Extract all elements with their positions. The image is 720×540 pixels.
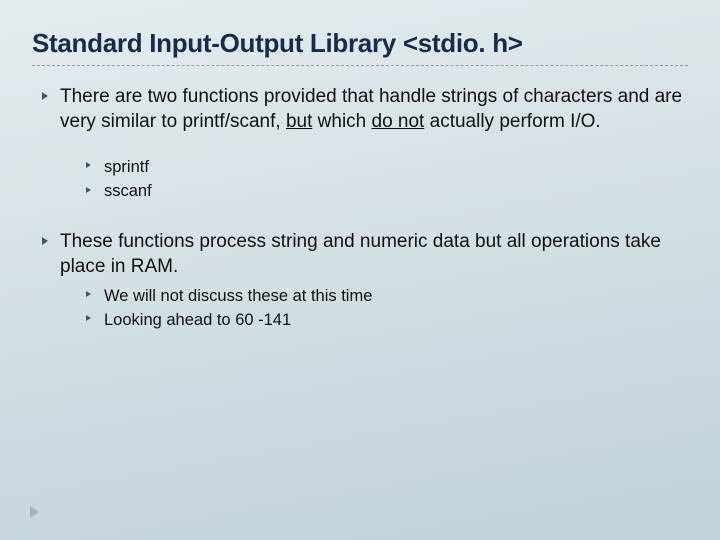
list-item-text: We will not discuss these at this time	[104, 287, 372, 305]
list-item: We will not discuss these at this time	[86, 285, 688, 307]
triangle-bullet-icon	[86, 291, 91, 297]
list-item-text: Looking ahead to 60 -141	[104, 311, 291, 329]
title-divider	[32, 65, 688, 66]
triangle-bullet-icon	[86, 187, 91, 193]
bullet-list: There are two functions provided that ha…	[32, 84, 688, 331]
slide-title: Standard Input-Output Library <stdio. h>	[32, 28, 688, 59]
triangle-bullet-icon	[86, 315, 91, 321]
next-slide-arrow-icon	[30, 506, 39, 518]
list-item: There are two functions provided that ha…	[42, 84, 688, 203]
list-item-text: sprintf	[104, 158, 149, 176]
triangle-bullet-icon	[86, 162, 91, 168]
list-item: sprintf	[86, 156, 688, 178]
triangle-bullet-icon	[42, 92, 48, 100]
list-item: Looking ahead to 60 -141	[86, 309, 688, 331]
sub-list: sprintf sscanf	[60, 156, 688, 203]
list-item-text: There are two functions provided that ha…	[60, 86, 682, 132]
list-item-text: sscanf	[104, 182, 152, 200]
list-item: These functions process string and numer…	[42, 229, 688, 332]
sub-list: We will not discuss these at this time L…	[60, 285, 688, 332]
triangle-bullet-icon	[42, 237, 48, 245]
list-item: sscanf	[86, 180, 688, 202]
list-item-text: These functions process string and numer…	[60, 231, 661, 277]
